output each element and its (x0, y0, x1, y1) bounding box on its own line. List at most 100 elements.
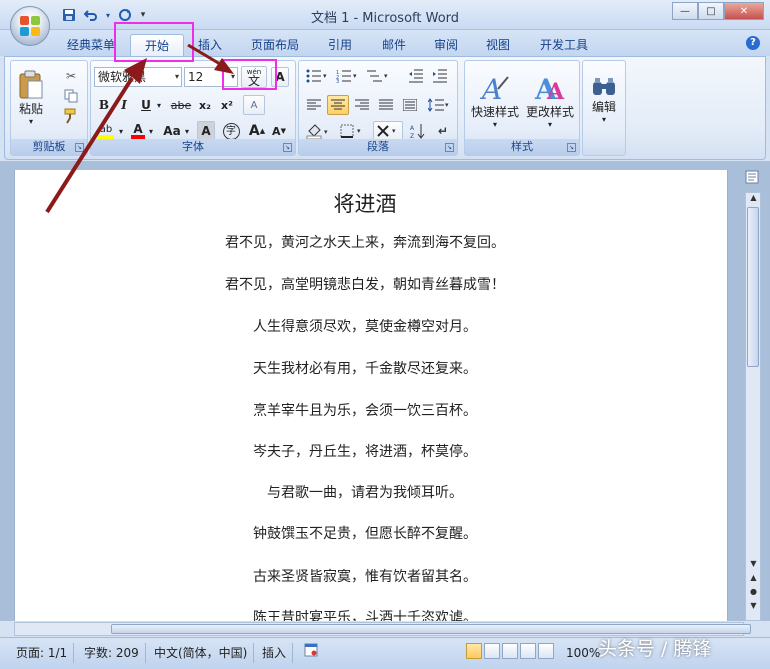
paragraph-launcher-icon[interactable]: ↘ (445, 143, 454, 152)
distributed-icon[interactable] (399, 95, 421, 115)
tab-review[interactable]: 审阅 (426, 34, 466, 56)
poem-line: 君不见，黄河之水天上来，奔流到海不复回。 (225, 235, 505, 251)
increase-indent-icon[interactable] (429, 67, 451, 85)
clear-formatting-button[interactable]: A (243, 95, 265, 115)
clipboard-launcher-icon[interactable]: ↘ (75, 143, 84, 152)
italic-button[interactable]: I (115, 95, 133, 115)
browse-object-icon[interactable]: ● (748, 587, 759, 599)
svg-text:3: 3 (336, 79, 339, 83)
zoom-level[interactable]: 100% (566, 643, 600, 663)
ribbon: 粘贴 ▾ ✂ 剪贴板 ↘ 微软雅黑 ▾ 12 ▾ wén 文 A B I U ▾… (4, 56, 766, 160)
decrease-indent-icon[interactable] (405, 67, 427, 85)
outline-view-icon[interactable] (520, 643, 536, 659)
insert-mode[interactable]: 插入 (256, 643, 294, 663)
minimize-button[interactable]: — (672, 2, 698, 20)
font-name-dropdown-icon[interactable]: ▾ (175, 68, 179, 86)
subscript-button[interactable]: x₂ (195, 95, 215, 115)
font-launcher-icon[interactable]: ↘ (283, 143, 292, 152)
show-marks-icon[interactable]: ↵ (433, 121, 453, 141)
ruler-toggle-icon[interactable] (745, 170, 761, 188)
highlight-button[interactable]: ab (95, 121, 117, 141)
font-name-combo[interactable]: 微软雅黑 ▾ (94, 67, 182, 87)
sort-icon[interactable]: AZ (407, 121, 429, 141)
paragraph-group-label: 段落 (299, 139, 457, 155)
draft-view-icon[interactable] (538, 643, 554, 659)
change-styles-button[interactable]: AA 更改样式 ▾ (523, 65, 577, 135)
help-icon[interactable]: ? (746, 36, 760, 50)
font-color-dropdown-icon[interactable]: ▾ (147, 121, 155, 141)
horizontal-scroll-thumb[interactable] (111, 624, 751, 634)
quick-styles-dropdown-icon: ▾ (492, 120, 497, 129)
svg-text:▾: ▾ (445, 101, 449, 109)
align-left-icon[interactable] (303, 95, 325, 115)
change-case-button[interactable]: Aa (161, 121, 183, 141)
shrink-font-button[interactable]: A ▼ (269, 121, 289, 141)
editing-button[interactable]: 编辑 ▾ (585, 65, 623, 135)
previous-page-icon[interactable]: ▲ (748, 573, 759, 585)
scroll-up-icon[interactable]: ▲ (748, 193, 759, 205)
numbering-icon[interactable]: 1 2 3 ▾ (333, 67, 361, 85)
poem-line: 与君歌一曲，请君为我倾耳听。 (267, 485, 463, 501)
styles-launcher-icon[interactable]: ↘ (567, 143, 576, 152)
tab-classic-menu[interactable]: 经典菜单 (60, 34, 122, 56)
font-group-label: 字体 (91, 139, 295, 155)
tab-references[interactable]: 引用 (320, 34, 360, 56)
paste-button[interactable]: 粘贴 ▾ (15, 65, 47, 131)
svg-text:▾: ▾ (392, 127, 396, 135)
web-layout-view-icon[interactable] (502, 643, 518, 659)
close-button[interactable]: ✕ (724, 2, 764, 20)
character-shading-button[interactable]: A (197, 121, 215, 141)
borders-icon[interactable]: ▾ (337, 121, 367, 141)
highlight-dropdown-icon[interactable]: ▾ (117, 121, 125, 141)
styles-group: A 快速样式 ▾ AA 更改样式 ▾ 样式 ↘ (464, 60, 580, 156)
font-color-button[interactable]: A (129, 121, 147, 141)
vertical-scrollbar[interactable]: ▲ ▼ ▲ ● ▼ (745, 192, 761, 621)
tab-view[interactable]: 视图 (478, 34, 518, 56)
underline-button[interactable]: U (137, 95, 155, 115)
copy-icon[interactable] (61, 87, 81, 105)
office-button[interactable] (10, 6, 50, 46)
grow-arrow-icon: ▲ (259, 127, 266, 135)
tab-mailings[interactable]: 邮件 (374, 34, 414, 56)
superscript-button[interactable]: x² (217, 95, 237, 115)
tab-insert[interactable]: 插入 (190, 34, 230, 56)
shading-icon[interactable]: ▾ (303, 121, 333, 141)
align-center-icon[interactable] (327, 95, 349, 115)
chinese-layout-icon[interactable]: ▾ (373, 121, 403, 141)
macro-record-icon[interactable] (298, 643, 324, 663)
cut-icon[interactable]: ✂ (61, 67, 81, 85)
format-painter-icon[interactable] (61, 107, 81, 125)
underline-dropdown-icon[interactable]: ▾ (155, 95, 163, 115)
print-layout-view-icon[interactable] (466, 643, 482, 659)
poem-line: 君不见，高堂明镜悲白发，朝如青丝暮成雪！ (225, 277, 505, 293)
maximize-button[interactable]: □ (698, 2, 724, 20)
quick-styles-button[interactable]: A 快速样式 ▾ (469, 65, 521, 135)
paragraph-group: ▾ 1 2 3 ▾ ▾ ▾ ▾ ▾ ▾ A Z ↵ 段落 ↘ (298, 60, 458, 156)
document-page[interactable]: 将进酒 君不见，黄河之水天上来，奔流到海不复回。 君不见，高堂明镜悲白发，朝如青… (14, 170, 728, 621)
poem-line: 陈王昔时宴平乐，斗酒十千恣欢谑。 (253, 610, 477, 621)
bold-button[interactable]: B (95, 95, 113, 115)
change-styles-dropdown-icon: ▾ (547, 120, 552, 129)
justify-icon[interactable] (375, 95, 397, 115)
tab-developer[interactable]: 开发工具 (532, 34, 596, 56)
multilevel-list-icon[interactable]: ▾ (363, 67, 393, 85)
enclose-characters-button[interactable]: 字 (221, 121, 241, 141)
page-count[interactable]: 页面: 1/1 (10, 643, 75, 663)
full-screen-reading-view-icon[interactable] (484, 643, 500, 659)
vertical-scroll-thumb[interactable] (747, 207, 759, 367)
align-right-icon[interactable] (351, 95, 373, 115)
change-case-dropdown-icon[interactable]: ▾ (183, 121, 191, 141)
scroll-down-icon[interactable]: ▼ (748, 559, 759, 571)
paste-dropdown-icon: ▾ (28, 117, 33, 126)
next-page-icon[interactable]: ▼ (748, 601, 759, 613)
strikethrough-button[interactable]: abe (169, 95, 193, 115)
word-count[interactable]: 字数: 209 (78, 643, 146, 663)
language-indicator[interactable]: 中文(简体，中国) (148, 643, 255, 663)
grow-font-button[interactable]: A ▲ (247, 121, 267, 141)
line-spacing-icon[interactable]: ▾ (425, 95, 453, 115)
poem-line: 钟鼓馔玉不足贵，但愿长醉不复醒。 (253, 526, 477, 542)
watermark: 头条号 / 腾锋 (598, 638, 712, 660)
bullets-icon[interactable]: ▾ (303, 67, 331, 85)
quick-styles-label: 快速样式 (470, 105, 519, 119)
tab-page-layout[interactable]: 页面布局 (244, 34, 306, 56)
